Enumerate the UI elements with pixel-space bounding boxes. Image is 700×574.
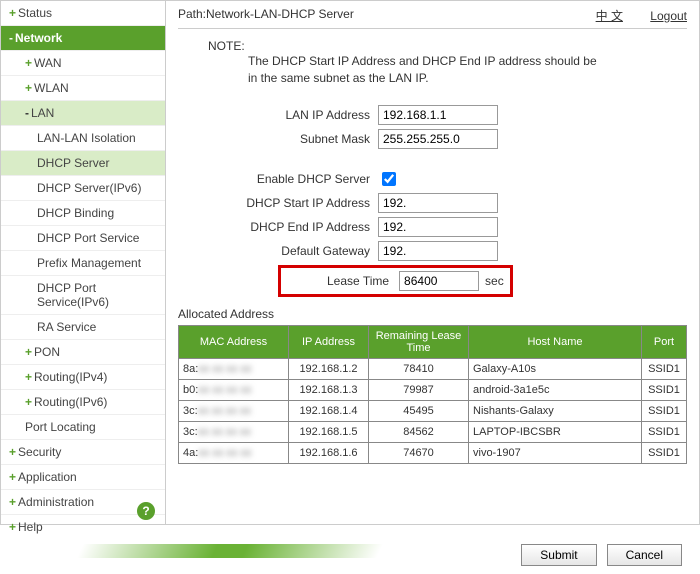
menu-application[interactable]: +Application [1,465,165,490]
table-row: 3c:xx xx xx xx192.168.1.584562LAPTOP-IBC… [179,421,687,442]
cell-host: android-3a1e5c [469,379,642,400]
gw-input[interactable] [378,241,498,261]
cell-mac: 3c:xx xx xx xx [179,421,289,442]
cell-host: LAPTOP-IBCSBR [469,421,642,442]
table-row: 4a:xx xx xx xx192.168.1.674670vivo-1907S… [179,442,687,463]
cell-rem: 45495 [369,400,469,421]
alloc-table: MAC Address IP Address Remaining Lease T… [178,325,687,464]
menu-dhcp-port-service-ipv6[interactable]: DHCP Port Service(IPv6) [1,276,165,315]
end-label: DHCP End IP Address [178,220,378,234]
cell-rem: 74670 [369,442,469,463]
enable-checkbox[interactable] [382,172,396,186]
footer: Submit Cancel [0,536,700,574]
breadcrumb: Path:Network-LAN-DHCP Server [178,7,354,24]
th-host: Host Name [469,325,642,358]
lease-unit: sec [485,274,504,288]
note-text: The DHCP Start IP Address and DHCP End I… [248,53,608,87]
cell-port: SSID1 [642,358,687,379]
cell-host: vivo-1907 [469,442,642,463]
menu-pon[interactable]: +PON [1,340,165,365]
lease-label: Lease Time [287,274,399,288]
menu-dhcp-port-service[interactable]: DHCP Port Service [1,226,165,251]
subnet-input[interactable] [378,129,498,149]
cell-ip: 192.168.1.2 [289,358,369,379]
table-row: 3c:xx xx xx xx192.168.1.445495Nishants-G… [179,400,687,421]
menu-routing-ipv6[interactable]: +Routing(IPv6) [1,390,165,415]
menu-status[interactable]: +Status [1,1,165,26]
topbar: Path:Network-LAN-DHCP Server 中 文 Logout [178,7,687,29]
th-port: Port [642,325,687,358]
cell-host: Nishants-Galaxy [469,400,642,421]
logout-link[interactable]: Logout [650,9,687,23]
menu-security[interactable]: +Security [1,440,165,465]
start-input[interactable] [378,193,498,213]
cell-host: Galaxy-A10s [469,358,642,379]
cell-rem: 79987 [369,379,469,400]
lanip-input[interactable] [378,105,498,125]
menu-prefix-management[interactable]: Prefix Management [1,251,165,276]
menu-dhcp-binding[interactable]: DHCP Binding [1,201,165,226]
cell-rem: 78410 [369,358,469,379]
main-panel: Path:Network-LAN-DHCP Server 中 文 Logout … [166,1,699,524]
cell-ip: 192.168.1.6 [289,442,369,463]
table-row: 8a:xx xx xx xx192.168.1.278410Galaxy-A10… [179,358,687,379]
help-icon[interactable]: ? [137,502,155,520]
cell-mac: 4a:xx xx xx xx [179,442,289,463]
enable-label: Enable DHCP Server [178,172,378,186]
note-title: NOTE: [208,39,687,53]
menu-wan[interactable]: +WAN [1,51,165,76]
th-ip: IP Address [289,325,369,358]
menu-port-locating[interactable]: Port Locating [1,415,165,440]
cell-port: SSID1 [642,421,687,442]
end-input[interactable] [378,217,498,237]
start-label: DHCP Start IP Address [178,196,378,210]
th-mac: MAC Address [179,325,289,358]
menu-lan[interactable]: -LAN [1,101,165,126]
cell-mac: b0:xx xx xx xx [179,379,289,400]
lease-highlight: Lease Time sec [278,265,513,297]
cell-port: SSID1 [642,379,687,400]
menu-lan-lan-isolation[interactable]: LAN-LAN Isolation [1,126,165,151]
cell-rem: 84562 [369,421,469,442]
note-block: NOTE: The DHCP Start IP Address and DHCP… [208,39,687,87]
submit-button[interactable]: Submit [521,544,596,566]
th-rem: Remaining Lease Time [369,325,469,358]
gw-label: Default Gateway [178,244,378,258]
menu-dhcp-server-ipv6[interactable]: DHCP Server(IPv6) [1,176,165,201]
lang-link[interactable]: 中 文 [596,9,623,23]
lanip-label: LAN IP Address [178,108,378,122]
lease-input[interactable] [399,271,479,291]
menu-routing-ipv4[interactable]: +Routing(IPv4) [1,365,165,390]
menu-network[interactable]: -Network [1,26,165,51]
alloc-title: Allocated Address [178,307,687,321]
sidebar: +Status -Network +WAN +WLAN -LAN LAN-LAN… [1,1,166,524]
cell-ip: 192.168.1.3 [289,379,369,400]
cell-mac: 3c:xx xx xx xx [179,400,289,421]
subnet-label: Subnet Mask [178,132,378,146]
cell-mac: 8a:xx xx xx xx [179,358,289,379]
cell-ip: 192.168.1.4 [289,400,369,421]
cell-ip: 192.168.1.5 [289,421,369,442]
cell-port: SSID1 [642,442,687,463]
table-row: b0:xx xx xx xx192.168.1.379987android-3a… [179,379,687,400]
cancel-button[interactable]: Cancel [607,544,682,566]
menu-dhcp-server[interactable]: DHCP Server [1,151,165,176]
menu-wlan[interactable]: +WLAN [1,76,165,101]
cell-port: SSID1 [642,400,687,421]
menu-ra-service[interactable]: RA Service [1,315,165,340]
